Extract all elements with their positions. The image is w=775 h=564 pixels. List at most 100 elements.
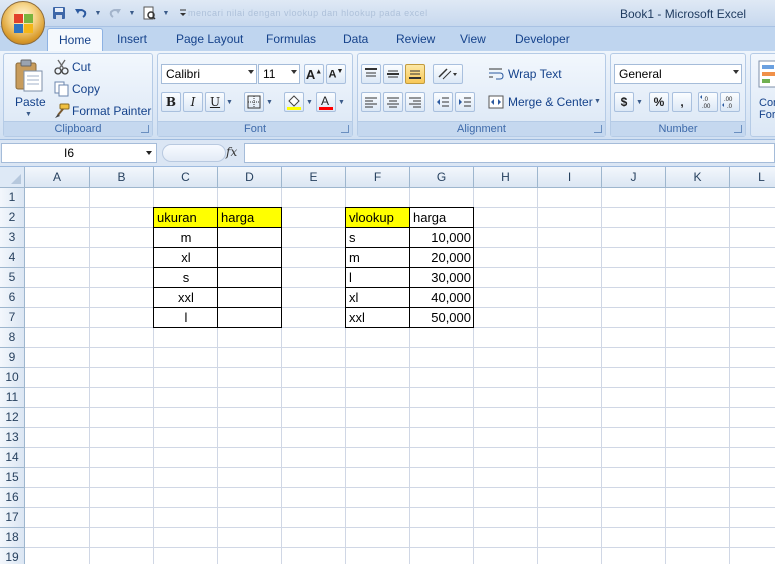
row-header-19[interactable]: 19 bbox=[0, 548, 25, 564]
row-header-12[interactable]: 12 bbox=[0, 408, 25, 428]
save-button[interactable] bbox=[50, 4, 68, 22]
row-header-11[interactable]: 11 bbox=[0, 388, 25, 408]
bold-button[interactable]: B bbox=[161, 92, 181, 112]
worksheet-grid[interactable]: A B C D E F G H I J K L 1 2 3 4 5 6 7 8 … bbox=[0, 167, 775, 564]
row-header-1[interactable]: 1 bbox=[0, 188, 25, 208]
column-header-c[interactable]: C bbox=[154, 167, 218, 188]
tab-view[interactable]: View bbox=[460, 32, 486, 46]
row-header-4[interactable]: 4 bbox=[0, 248, 25, 268]
cell-g4[interactable]: 20,000 bbox=[410, 248, 474, 268]
font-size-combo[interactable]: 11 bbox=[258, 64, 300, 84]
column-header-d[interactable]: D bbox=[218, 167, 282, 188]
align-right-button[interactable] bbox=[405, 92, 425, 112]
wrap-text-button[interactable]: Wrap Text bbox=[486, 64, 596, 84]
copy-button[interactable]: Copy bbox=[52, 80, 142, 98]
cell-f3[interactable]: s bbox=[346, 228, 410, 248]
format-painter-button[interactable]: Format Painter bbox=[52, 102, 152, 120]
tab-home[interactable]: Home bbox=[47, 28, 104, 52]
align-bottom-button[interactable] bbox=[405, 64, 425, 84]
font-launcher-icon[interactable] bbox=[341, 125, 349, 133]
row-header-3[interactable]: 3 bbox=[0, 228, 25, 248]
tab-developer[interactable]: Developer bbox=[515, 32, 570, 46]
column-header-l[interactable]: L bbox=[730, 167, 775, 188]
row-header-14[interactable]: 14 bbox=[0, 448, 25, 468]
row-header-18[interactable]: 18 bbox=[0, 528, 25, 548]
shrink-font-button[interactable]: A▼ bbox=[326, 64, 346, 84]
cell-f2[interactable]: vlookup bbox=[346, 208, 410, 228]
cell-d7[interactable] bbox=[218, 308, 282, 328]
borders-button[interactable] bbox=[244, 92, 264, 112]
cell-c6[interactable]: xxl bbox=[154, 288, 218, 308]
tab-page-layout[interactable]: Page Layout bbox=[176, 32, 243, 46]
column-header-h[interactable]: H bbox=[474, 167, 538, 188]
row-header-10[interactable]: 10 bbox=[0, 368, 25, 388]
row-header-15[interactable]: 15 bbox=[0, 468, 25, 488]
row-header-13[interactable]: 13 bbox=[0, 428, 25, 448]
cell-c4[interactable]: xl bbox=[154, 248, 218, 268]
cell-g2[interactable]: harga bbox=[410, 208, 474, 228]
decrease-decimal-button[interactable]: .00.0 bbox=[720, 92, 740, 112]
align-center-button[interactable] bbox=[383, 92, 403, 112]
cell-g5[interactable]: 30,000 bbox=[410, 268, 474, 288]
align-middle-button[interactable] bbox=[383, 64, 403, 84]
number-format-combo[interactable]: General bbox=[614, 64, 742, 84]
underline-button[interactable]: U bbox=[205, 92, 225, 112]
column-header-g[interactable]: G bbox=[410, 167, 474, 188]
decrease-indent-button[interactable] bbox=[433, 92, 453, 112]
clipboard-launcher-icon[interactable] bbox=[141, 125, 149, 133]
row-header-17[interactable]: 17 bbox=[0, 508, 25, 528]
conditional-formatting-button[interactable]: Cond Form bbox=[753, 57, 775, 121]
tab-review[interactable]: Review bbox=[396, 32, 435, 46]
row-header-16[interactable]: 16 bbox=[0, 488, 25, 508]
merge-center-dropdown-icon[interactable]: ▼ bbox=[594, 98, 601, 105]
redo-dropdown[interactable]: ▼ bbox=[128, 10, 136, 17]
cell-g6[interactable]: 40,000 bbox=[410, 288, 474, 308]
align-left-button[interactable] bbox=[361, 92, 381, 112]
column-header-j[interactable]: J bbox=[602, 167, 666, 188]
formula-input[interactable] bbox=[244, 143, 775, 163]
grow-font-button[interactable]: A▲ bbox=[304, 64, 324, 84]
font-name-combo[interactable]: Calibri bbox=[161, 64, 257, 84]
cell-f7[interactable]: xxl bbox=[346, 308, 410, 328]
column-header-k[interactable]: K bbox=[666, 167, 730, 188]
align-top-button[interactable] bbox=[361, 64, 381, 84]
merge-center-button[interactable]: Merge & Center ▼ bbox=[486, 92, 604, 112]
cell-c5[interactable]: s bbox=[154, 268, 218, 288]
orientation-button[interactable] bbox=[433, 64, 463, 84]
font-color-button[interactable]: A bbox=[316, 92, 336, 112]
cell-c7[interactable]: l bbox=[154, 308, 218, 328]
cell-d2[interactable]: harga bbox=[218, 208, 282, 228]
row-header-2[interactable]: 2 bbox=[0, 208, 25, 228]
fill-color-button[interactable] bbox=[284, 92, 304, 112]
column-header-f[interactable]: F bbox=[346, 167, 410, 188]
borders-dropdown-icon[interactable]: ▼ bbox=[266, 99, 273, 106]
row-header-6[interactable]: 6 bbox=[0, 288, 25, 308]
cell-f5[interactable]: l bbox=[346, 268, 410, 288]
column-header-a[interactable]: A bbox=[25, 167, 90, 188]
name-box[interactable]: I6 bbox=[1, 143, 157, 163]
cell-g7[interactable]: 50,000 bbox=[410, 308, 474, 328]
number-launcher-icon[interactable] bbox=[734, 125, 742, 133]
row-header-5[interactable]: 5 bbox=[0, 268, 25, 288]
cell-f6[interactable]: xl bbox=[346, 288, 410, 308]
tab-insert[interactable]: Insert bbox=[117, 32, 147, 46]
cell-g3[interactable]: 10,000 bbox=[410, 228, 474, 248]
undo-button[interactable] bbox=[72, 4, 90, 22]
comma-button[interactable]: , bbox=[672, 92, 692, 112]
cell-f4[interactable]: m bbox=[346, 248, 410, 268]
print-preview-dropdown[interactable]: ▼ bbox=[162, 10, 170, 17]
font-color-dropdown-icon[interactable]: ▼ bbox=[338, 99, 345, 106]
cut-button[interactable]: Cut bbox=[52, 58, 142, 76]
print-preview-button[interactable] bbox=[140, 4, 158, 22]
office-button[interactable] bbox=[1, 1, 45, 45]
tab-formulas[interactable]: Formulas bbox=[266, 32, 316, 46]
cell-d4[interactable] bbox=[218, 248, 282, 268]
paste-button[interactable]: Paste ▼ bbox=[8, 57, 48, 119]
cell-d5[interactable] bbox=[218, 268, 282, 288]
formula-bar-resize-handle[interactable] bbox=[162, 144, 226, 162]
fill-color-dropdown-icon[interactable]: ▼ bbox=[306, 99, 313, 106]
row-header-8[interactable]: 8 bbox=[0, 328, 25, 348]
redo-button[interactable] bbox=[106, 4, 124, 22]
insert-function-icon[interactable]: fx bbox=[226, 145, 237, 159]
cell-c2[interactable]: ukuran bbox=[154, 208, 218, 228]
